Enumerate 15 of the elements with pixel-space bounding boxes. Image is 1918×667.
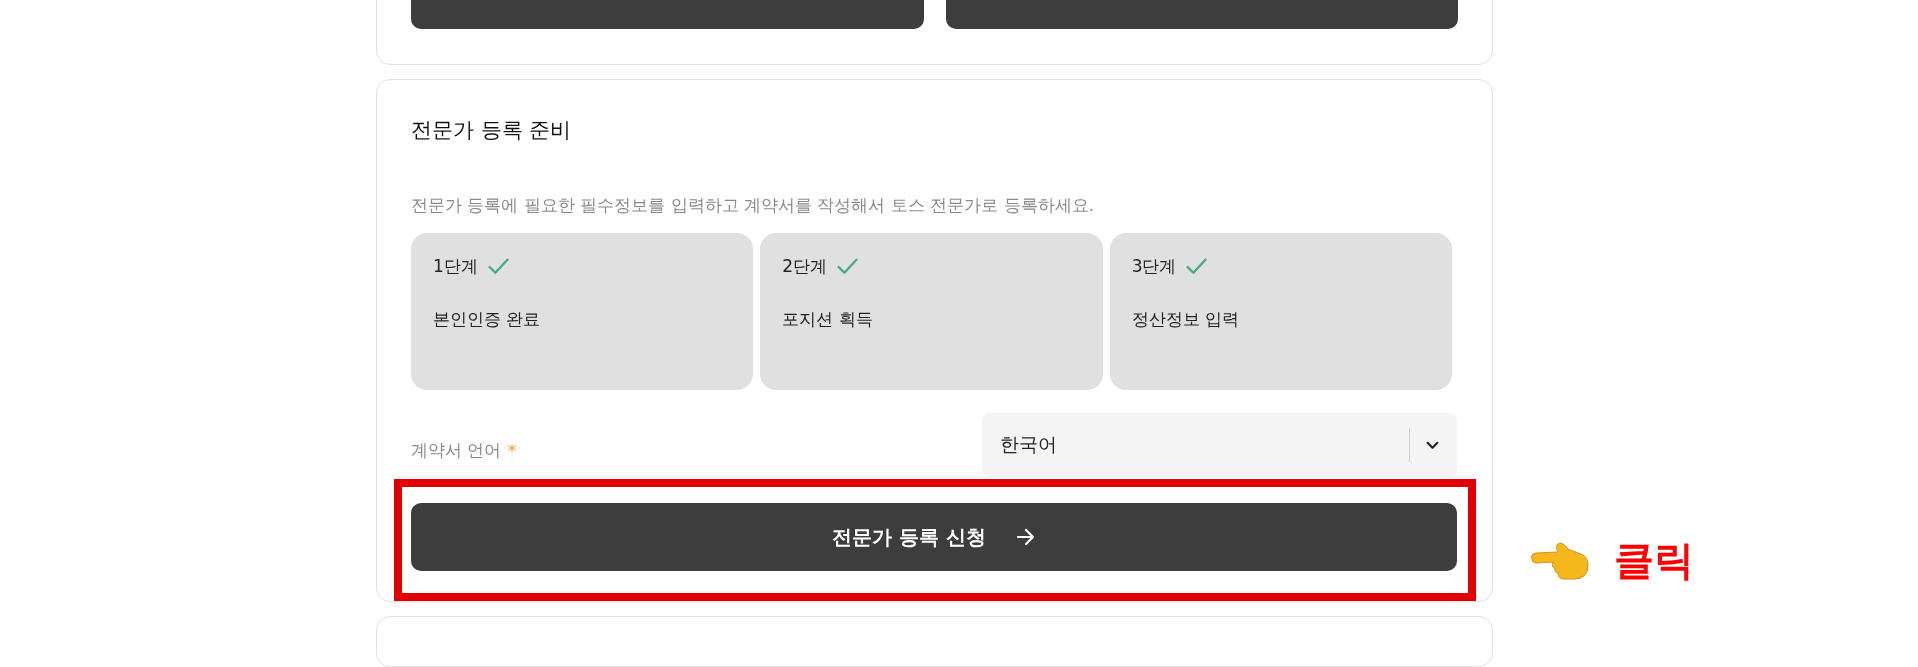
submit-button[interactable]: 전문가 등록 신청 (411, 503, 1457, 571)
step-name: 포지션 획득 (782, 308, 874, 331)
step-name: 본인인증 완료 (433, 308, 542, 331)
step-label: 3단계 (1131, 255, 1177, 278)
language-select[interactable]: 한국어 (982, 413, 1457, 477)
required-mark: * (507, 440, 517, 461)
description-text: 전문가 등록에 필요한 필수정보를 입력하고 계약서를 작성해서 토스 전문가로 등록하세요. (411, 194, 1096, 217)
step-label: 2단계 (782, 255, 828, 278)
field-label: 계약서 언어 (411, 439, 502, 462)
step-name: 정산정보 입력 (1131, 308, 1241, 331)
chevron-down-icon (1426, 440, 1439, 450)
arrow-right-icon (1015, 528, 1036, 546)
section-title: 전문가 등록 준비 (411, 117, 573, 144)
step-label: 1단계 (433, 255, 478, 278)
annotation-text: 클릭 (1614, 536, 1694, 585)
